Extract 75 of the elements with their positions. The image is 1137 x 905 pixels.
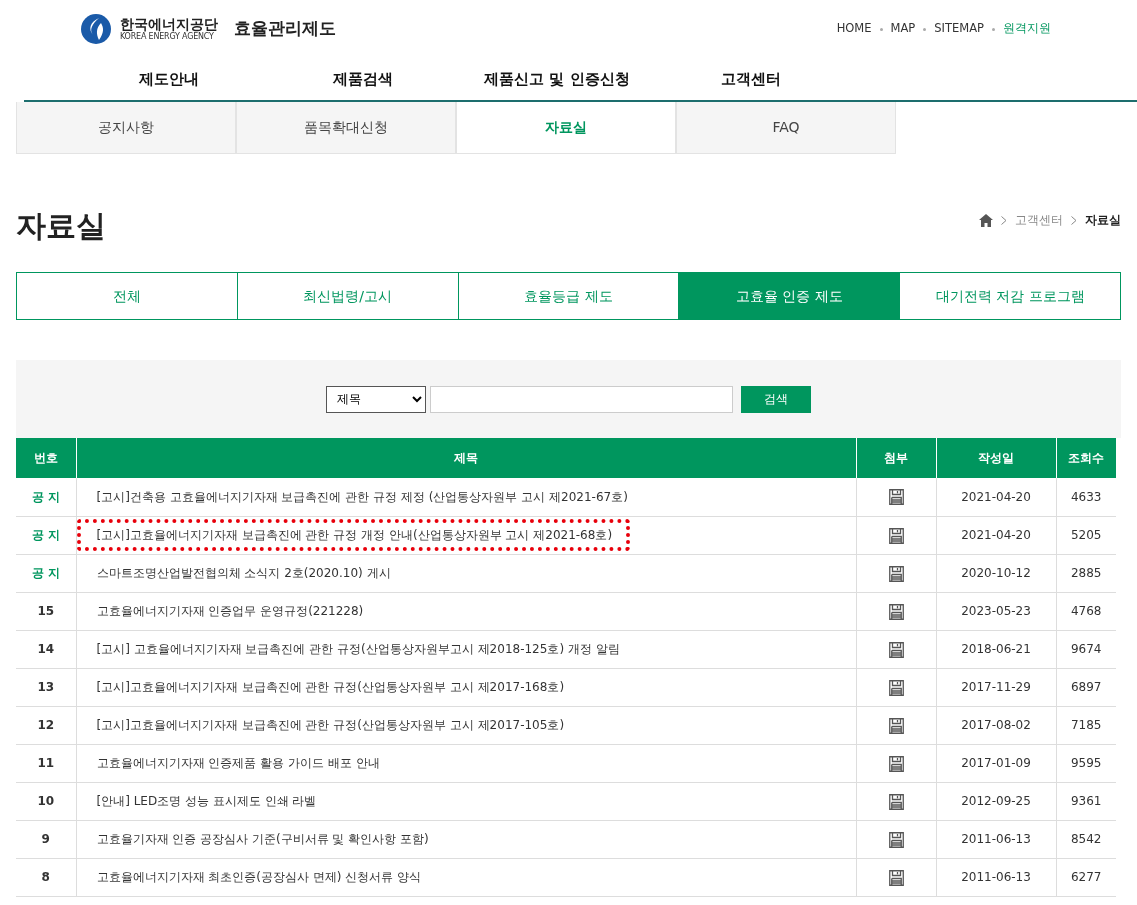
post-number: 11 [37,756,55,770]
main-nav-link[interactable]: 제도안내 [72,67,266,91]
logo-icon [80,13,112,45]
post-date: 2020-10-12 [961,566,1031,580]
column-header: 제목 [76,438,856,478]
post-number: 12 [37,718,55,732]
post-title-link[interactable]: [고시]고효율에너지기자재 보급촉진에 관한 규정 개정 안내(산업통상자원부 고시 제2021-68호) [96,528,613,542]
sub-tab[interactable]: FAQ [676,102,896,154]
view-count: 9361 [1070,794,1102,808]
view-count: 5205 [1070,528,1102,542]
post-date: 2011-06-13 [961,832,1031,846]
post-title-link[interactable]: [안내] LED조명 성능 표시제도 인쇄 라벨 [96,794,317,808]
view-count: 2885 [1070,566,1102,580]
column-header: 번호 [16,438,76,478]
utility-link[interactable]: SITEMAP [934,20,984,38]
view-count: 6277 [1070,870,1102,884]
column-header: 첨부 [856,438,936,478]
post-title-link[interactable]: 고효율기자재 인증 공장심사 기준(구비서류 및 확인사항 포함) [96,832,429,846]
sub-tab[interactable]: 공지사항 [16,102,236,154]
view-count: 9595 [1070,756,1102,770]
utility-link[interactable]: 원격지원 [1003,20,1051,38]
logo-subtitle: KOREA ENERGY AGENCY [120,32,214,42]
post-date: 2017-01-09 [961,756,1031,770]
post-number: 14 [37,642,55,656]
post-date: 2012-09-25 [961,794,1031,808]
notice-label: 공 지 [31,528,60,542]
logo-text: 한국에너지공단 [120,16,218,33]
post-date: 2021-04-20 [961,489,1031,504]
post-title-link[interactable]: 스마트조명산업발전협의체 소식지 2호(2020.10) 게시 [96,566,391,580]
column-header: 조회수 [1056,438,1116,478]
breadcrumb-item[interactable]: 고객센터 [1015,212,1063,230]
main-nav-link[interactable]: 제품신고 및 인증신청 [460,67,654,91]
view-count: 8542 [1070,832,1102,846]
post-date: 2021-04-20 [961,528,1031,542]
post-title-link[interactable]: [고시] 고효율에너지기자재 보급촉진에 관한 규정(산업통상자원부고시 제2018-125호) 개정 알림 [96,642,620,656]
view-count: 7185 [1070,718,1102,732]
post-date: 2017-08-02 [961,718,1031,732]
view-count: 4633 [1070,489,1102,504]
main-nav-link[interactable]: 고객센터 [654,67,848,91]
post-title-link[interactable]: [고시]고효율에너지기자재 보급촉진에 관한 규정(산업통상자원부 고시 제2017-168호) [96,680,565,694]
post-number: 13 [37,680,55,694]
view-count: 4768 [1070,604,1102,618]
post-title-link[interactable]: [고시]건축용 고효율에너지기자재 보급촉진에 관한 규정 제정 (산업통상자원부 고시 제2021-67호) [96,489,628,504]
search-button[interactable]: 검색 [741,385,811,413]
sub-tab[interactable]: 자료실 [456,102,676,154]
search-type-select[interactable]: 제목 [326,385,426,413]
post-date: 2011-06-13 [961,870,1031,884]
post-number: 15 [37,604,55,618]
view-count: 6897 [1070,680,1102,694]
post-title-link[interactable]: [고시]고효율에너지기자재 보급촉진에 관한 규정(산업통상자원부 고시 제2017-105호) [96,718,565,732]
post-date: 2017-11-29 [961,680,1031,694]
column-header: 작성일 [936,438,1056,478]
post-title-link[interactable]: 고효율에너지기자재 최초인증(공장심사 면제) 신청서류 양식 [96,870,422,884]
page-title: 자료실 [16,208,106,244]
breadcrumb-item: 자료실 [1085,212,1121,229]
home-icon[interactable] [979,214,993,228]
post-number: 8 [41,870,50,884]
post-date: 2023-05-23 [961,604,1031,618]
post-date: 2018-06-21 [961,642,1031,656]
chevron-icon [1071,216,1077,226]
notice-label: 공 지 [31,489,60,504]
sub-tab[interactable]: 품목확대신청 [236,102,456,154]
post-number: 10 [37,794,55,808]
search-field[interactable] [430,385,733,413]
category-tab[interactable]: 고효율 인증 제도 [679,273,901,319]
notice-label: 공 지 [31,566,60,580]
chevron-icon [1001,216,1007,226]
post-title-link[interactable]: 고효율에너지기자재 인증제품 활용 가이드 배포 안내 [96,756,380,770]
post-title-link[interactable]: 고효율에너지기자재 인증업무 운영규정(221228) [96,604,364,618]
view-count: 9674 [1070,642,1102,656]
site-title: 효율관리제도 [234,17,336,41]
utility-link[interactable]: HOME [836,20,872,38]
post-number: 9 [41,832,50,846]
utility-link[interactable]: MAP [890,20,916,38]
main-nav-link[interactable]: 제품검색 [266,67,460,91]
